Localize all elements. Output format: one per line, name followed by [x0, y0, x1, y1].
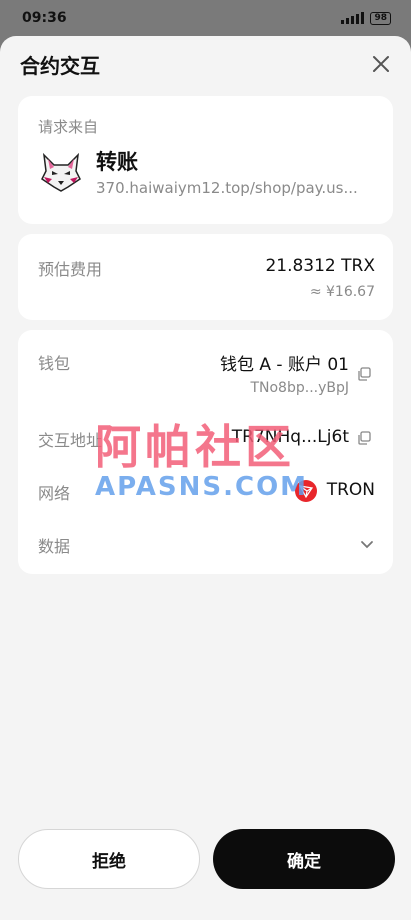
page-title: 合约交互: [20, 54, 100, 78]
chevron-down-icon[interactable]: [359, 536, 375, 552]
contract-interaction-sheet: 合约交互 请求来自 转账 370.haiwaiym12.top/shop/pay…: [0, 36, 411, 920]
battery-icon: 98: [370, 11, 391, 25]
status-bar: 09:36 98: [0, 0, 411, 36]
status-time: 09:36: [22, 10, 67, 26]
wallet-name: 钱包 A - 账户 01: [219, 355, 349, 375]
sheet-header: 合约交互: [0, 36, 411, 92]
request-from-label: 请求来自: [38, 118, 99, 136]
request-url: 370.haiwaiym12.top/shop/pay.us...: [96, 179, 358, 197]
request-title: 转账: [96, 150, 138, 174]
fee-amount: 21.8312 TRX: [265, 256, 375, 276]
copy-contract-icon[interactable]: [357, 431, 371, 445]
reject-button[interactable]: 拒绝: [18, 829, 200, 889]
fee-card: 预估费用 21.8312 TRX ≈ ¥16.67: [18, 234, 393, 320]
contract-address-label: 交互地址: [38, 431, 103, 450]
status-indicators: 98: [341, 11, 391, 25]
wallet-label: 钱包: [38, 354, 71, 373]
close-button[interactable]: [367, 50, 395, 78]
data-label[interactable]: 数据: [38, 533, 70, 557]
tron-icon: [295, 480, 317, 502]
network-name: TRON: [326, 480, 375, 500]
wallet-address: TNo8bp...yBpJ: [250, 380, 349, 396]
network-label: 网络: [38, 484, 71, 503]
wolf-logo-icon: [41, 152, 81, 192]
confirm-button[interactable]: 确定: [213, 829, 395, 889]
fee-label: 预估费用: [38, 260, 103, 279]
signal-icon: [341, 12, 365, 24]
request-card: 请求来自 转账 370.haiwaiym12.top/shop/pay.us..…: [18, 96, 393, 224]
details-card: 钱包 钱包 A - 账户 01 TNo8bp...yBpJ 交互地址 TR7NH…: [18, 330, 393, 574]
contract-address: TR7NHq...Lj6t: [231, 427, 349, 447]
close-icon: [373, 56, 389, 72]
copy-wallet-icon[interactable]: [357, 367, 371, 381]
fee-fiat-value: ≈ ¥16.67: [309, 284, 375, 300]
